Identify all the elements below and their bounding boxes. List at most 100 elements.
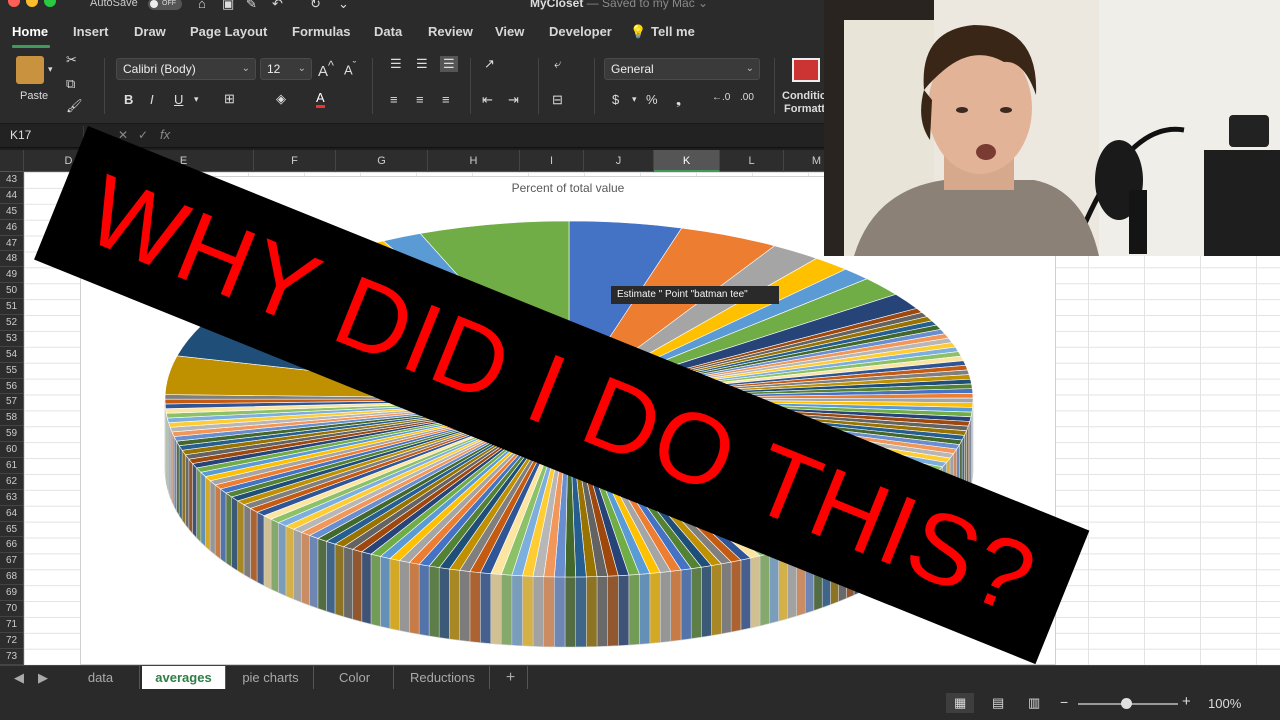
pie-slice-side[interactable] [171,431,175,507]
row-header[interactable]: 59 [0,426,23,443]
row-header[interactable]: 57 [0,394,23,411]
row-header[interactable]: 70 [0,601,23,617]
pie-slice-side[interactable] [701,565,712,638]
tab-home[interactable]: Home [12,24,48,39]
row-header[interactable]: 64 [0,506,23,522]
font-size-select[interactable]: 12 ⌄ [260,58,312,80]
pie-slice-side[interactable] [399,560,410,633]
pie-slice-side[interactable] [670,569,682,642]
increase-font-icon[interactable]: A^ [318,59,334,80]
font-name-select[interactable]: Calibri (Body) ⌄ [116,58,256,80]
pie-slice-side[interactable] [586,576,598,648]
row-header[interactable]: 46 [0,220,23,236]
pie-slice-side[interactable] [225,492,233,568]
pie-slice-side[interactable] [522,575,534,647]
decrease-font-icon[interactable]: Aˇ [344,60,356,77]
tell-me-search[interactable]: Tell me [651,24,695,39]
sheet-tab-averages[interactable]: averages [142,666,226,690]
tab-insert[interactable]: Insert [73,24,108,39]
pie-slice-side[interactable] [293,528,302,603]
decrease-indent-icon[interactable]: ⇤ [482,92,493,108]
underline-icon[interactable]: U [174,92,183,107]
row-header[interactable]: 56 [0,379,23,395]
pie-slice-side[interactable] [256,511,265,587]
row-header[interactable]: 52 [0,315,23,331]
tab-draw[interactable]: Draw [134,24,166,39]
pie-slice-side[interactable] [730,559,742,633]
minimize-window-button[interactable] [26,0,38,7]
pie-slice-side[interactable] [326,540,336,615]
align-center-icon[interactable]: ≡ [416,92,424,107]
scroll-left-icon[interactable]: ◀ [8,666,30,690]
align-right-icon[interactable]: ≡ [442,92,450,107]
row-header[interactable]: 71 [0,617,23,633]
row-header[interactable]: 48 [0,251,23,268]
currency-dropdown-icon[interactable]: ▾ [632,94,637,105]
row-header[interactable]: 65 [0,522,23,538]
paste-dropdown-icon[interactable]: ▾ [48,64,53,75]
pie-slice-side[interactable] [490,573,502,645]
customize-toolbar-icon[interactable]: ⌄ [338,0,349,12]
comma-style-icon[interactable]: ❟ [676,92,681,108]
row-header[interactable]: 62 [0,474,23,490]
pie-slice-side[interactable] [309,535,319,609]
normal-view-icon[interactable]: ▦ [946,693,975,713]
row-header[interactable]: 58 [0,410,23,427]
font-color-icon[interactable]: A [316,90,325,108]
row-header[interactable]: 53 [0,331,23,347]
clipboard-icon[interactable] [16,56,44,84]
pie-slice-side[interactable] [690,566,702,640]
borders-icon[interactable]: ⊞ [224,91,235,107]
cut-icon[interactable]: ✂ [66,52,77,68]
zoom-level[interactable]: 100% [1208,696,1241,711]
pie-slice-side[interactable] [759,553,770,627]
pie-slice-side[interactable] [389,558,400,631]
home-icon[interactable]: ⌂ [198,0,206,11]
decrease-decimal-icon[interactable]: .00 [740,92,754,103]
pie-slice-side[interactable] [480,572,492,644]
pie-slice-side[interactable] [317,538,327,612]
pie-slice-side[interactable] [575,576,587,648]
pie-slice-side[interactable] [334,543,345,618]
copy-icon[interactable]: ⧉ [66,76,75,92]
row-header[interactable]: 68 [0,569,23,586]
tab-formulas[interactable]: Formulas [292,24,351,39]
conditional-formatting-icon[interactable] [792,58,820,82]
row-header[interactable]: 51 [0,299,23,316]
pie-slice-side[interactable] [263,515,272,590]
pie-slice-side[interactable] [178,444,183,522]
orientation-icon[interactable]: ↗ [484,56,495,72]
sheet-tab-data[interactable]: data [62,666,140,690]
row-header[interactable]: 54 [0,347,23,363]
fill-color-icon[interactable]: ◈ [276,91,286,107]
pie-slice-side[interactable] [607,575,619,647]
row-header[interactable]: 72 [0,633,23,649]
zoom-window-button[interactable] [44,0,56,7]
pie-slice-side[interactable] [449,568,460,641]
pie-slice-side[interactable] [176,440,180,517]
row-header[interactable]: 50 [0,283,23,300]
pie-slice-side[interactable] [409,562,420,635]
currency-icon[interactable]: $ [612,92,619,107]
zoom-out-button[interactable]: − [1060,694,1068,710]
pie-slice-side[interactable] [278,522,287,597]
row-header[interactable]: 49 [0,267,23,284]
align-left-icon[interactable]: ≡ [390,92,398,107]
pie-slice-side[interactable] [418,563,430,637]
pie-slice-side[interactable] [596,575,608,647]
name-box[interactable]: K17 [4,126,84,146]
pie-slice-side[interactable] [511,574,523,647]
align-middle-icon[interactable]: ☰ [416,56,428,72]
percent-icon[interactable]: % [646,92,658,107]
select-all-corner[interactable] [0,150,24,172]
pie-slice-side[interactable] [660,570,671,643]
format-painter-icon[interactable]: 🖌 [66,98,83,114]
pie-slice-side[interactable] [711,563,722,636]
bold-icon[interactable]: B [124,92,133,107]
undo-icon[interactable]: ↶ [272,0,283,12]
pie-slice-side[interactable] [181,449,186,526]
row-header[interactable]: 44 [0,188,23,204]
sheet-tab-pie-charts[interactable]: pie charts [228,666,314,690]
pie-slice-side[interactable] [188,458,193,535]
page-break-view-icon[interactable]: ▥ [1028,695,1040,711]
